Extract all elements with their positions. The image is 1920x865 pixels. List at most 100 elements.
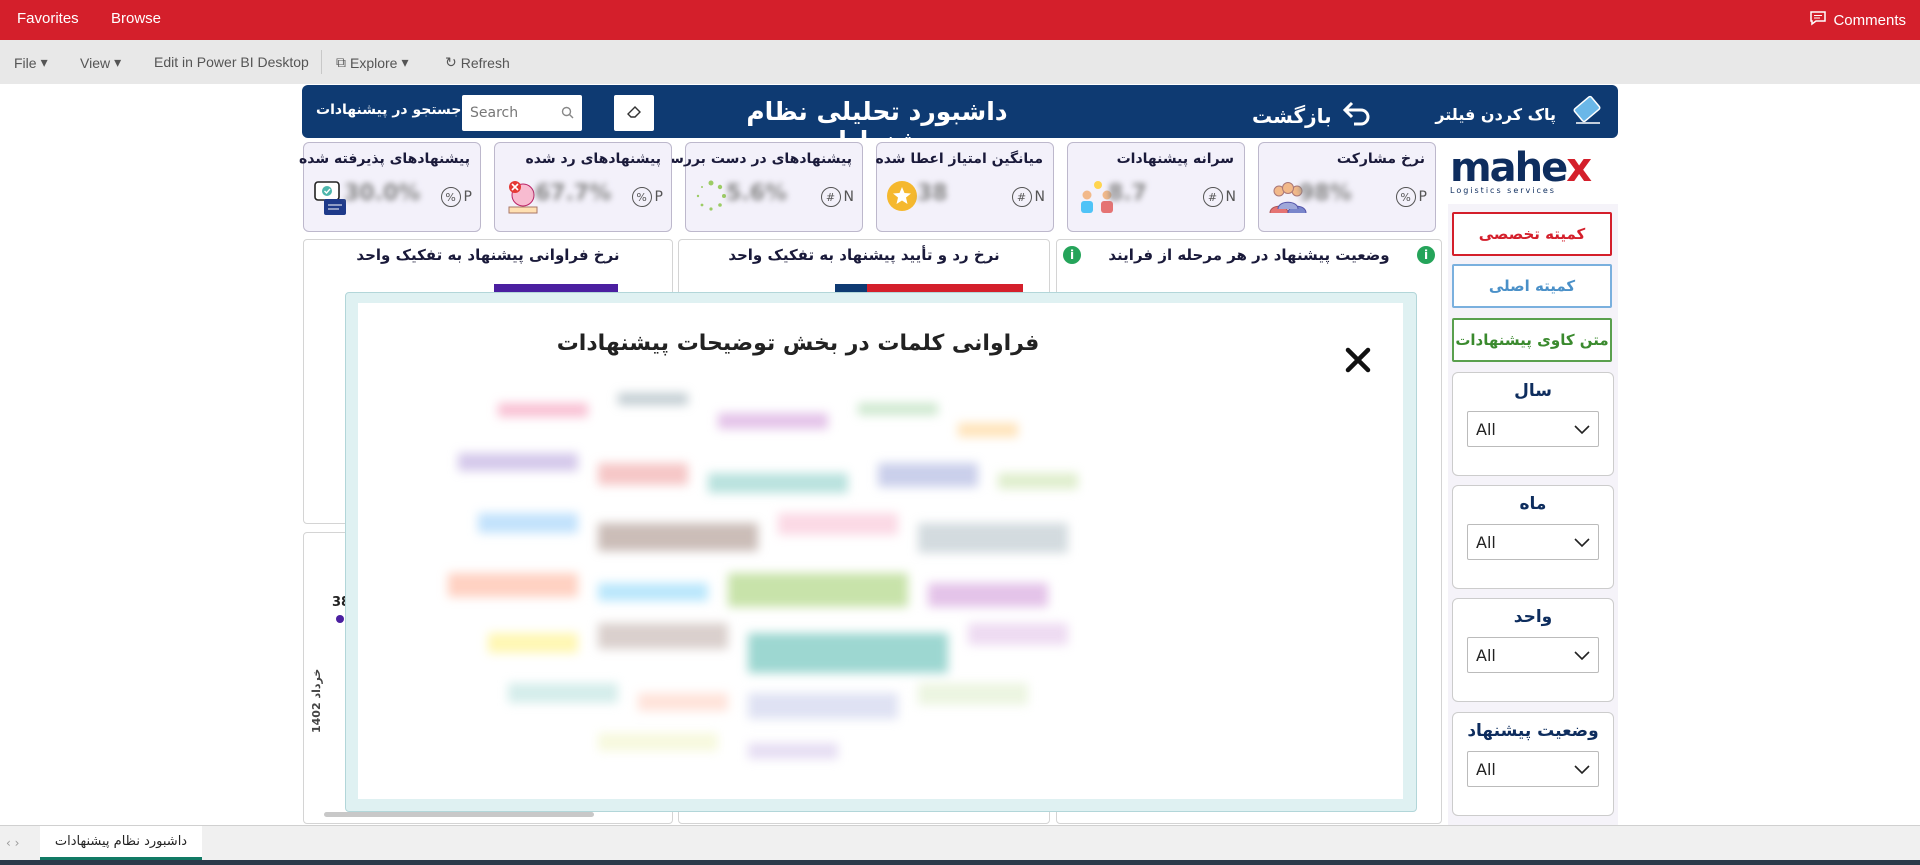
hash-icon: # <box>820 187 841 207</box>
popup-title: فراوانی کلمات در بخش توضیحات پیشنهادات <box>556 331 1040 356</box>
logo-brand: mahex <box>1450 148 1592 188</box>
explore-menu[interactable]: ⧉ Explore ▾ <box>336 54 409 71</box>
filter-sidebar: کمیته تخصصی کمیته اصلی متن کاوی پیشنهادا… <box>1448 204 1618 825</box>
loading-spinner-icon <box>694 179 728 217</box>
slicer-label: ماه <box>1519 494 1547 514</box>
kpi-participation-rate: نرخ مشارکت 98% % P <box>1258 142 1436 232</box>
close-button[interactable] <box>1343 345 1373 375</box>
unit-slicer: واحد All <box>1452 598 1614 702</box>
logo-brand-accent: x <box>1566 145 1592 191</box>
kpi-unit: % P <box>631 187 663 207</box>
explore-label: Explore <box>350 54 398 71</box>
kpi-title: نرخ مشارکت <box>1336 151 1425 167</box>
eraser-button[interactable] <box>614 95 654 131</box>
tab-dashboard[interactable]: داشبورد نظام پیشنهادات <box>40 826 202 860</box>
kpi-title: میانگین امتیاز اعطا شده <box>875 151 1043 167</box>
search-input[interactable]: Search <box>462 95 582 131</box>
text-mining-button[interactable]: متن کاوی پیشنهادات <box>1452 318 1612 362</box>
refresh-label: Refresh <box>460 54 510 71</box>
chevron-down-icon <box>1574 533 1590 552</box>
dropdown-value: All <box>1476 532 1496 552</box>
edit-desktop-label: Edit in Power BI Desktop <box>154 54 309 70</box>
refresh-button[interactable]: ↻ Refresh <box>445 54 510 71</box>
kpi-average-score: میانگین امتیاز اعطا شده 38 # N <box>875 142 1054 232</box>
word-cloud-popup: فراوانی کلمات در بخش توضیحات پیشنهادات <box>345 292 1417 812</box>
kpi-unit: % P <box>1395 187 1427 207</box>
favorites-link[interactable]: Favorites <box>17 10 79 27</box>
visual-title: نرخ فراوانی پیشنهاد به تفکیک واحد <box>356 246 620 264</box>
dropdown-value: All <box>1476 419 1496 439</box>
kpi-per-capita: سرانه پیشنهادات 8.7 # N <box>1067 142 1245 232</box>
slicer-label: واحد <box>1513 607 1553 627</box>
unit-dropdown[interactable]: All <box>1467 637 1599 673</box>
comments-label: Comments <box>1833 11 1906 29</box>
eraser-icon <box>1568 95 1606 133</box>
kpi-unit: # N <box>820 187 854 207</box>
view-menu[interactable]: View ▾ <box>80 54 121 71</box>
line-point <box>336 615 344 623</box>
chevron-down-icon: ▾ <box>114 54 122 70</box>
logo-tagline: Logistics services <box>1450 186 1556 195</box>
eraser-icon <box>626 104 642 123</box>
month-dropdown[interactable]: All <box>1467 524 1599 560</box>
kpi-title: سرانه پیشنهادات <box>1116 151 1234 167</box>
kpi-value: 5.6% <box>726 181 788 206</box>
visual-title: وضعیت پیشنهاد در هر مرحله از فرایند <box>1108 246 1390 264</box>
kpi-unit-letter: P <box>654 189 663 205</box>
file-label: File <box>14 54 37 71</box>
kpi-value: 98% <box>1299 181 1352 206</box>
view-label: View <box>80 54 111 71</box>
kpi-accepted: پیشنهادهای پذیرفته شده 30.0% % P <box>299 142 481 232</box>
kpi-unit: # N <box>1011 187 1045 207</box>
tab-scroll-arrows[interactable]: ‹ › <box>6 836 19 850</box>
kpi-unit-letter: N <box>843 189 854 205</box>
kpi-value: 8.7 <box>1108 181 1147 206</box>
back-button[interactable]: بازگشت <box>1252 99 1372 132</box>
horizontal-scrollbar[interactable] <box>324 812 594 817</box>
kpi-unit: % P <box>440 187 472 207</box>
main-committee-button[interactable]: کمیته اصلی <box>1452 264 1612 308</box>
close-icon <box>1345 347 1371 373</box>
percent-icon: % <box>440 187 461 207</box>
page-tab-bar: ‹ › داشبورد نظام پیشنهادات <box>0 825 1920 860</box>
chevron-down-icon <box>1574 420 1590 439</box>
word-cloud-visual <box>418 363 1118 783</box>
logo-brand-main: mahe <box>1450 145 1568 191</box>
specialized-committee-button[interactable]: کمیته تخصصی <box>1452 212 1612 256</box>
month-slicer: ماه All <box>1452 485 1614 589</box>
kpi-value: 67.7% <box>535 181 612 206</box>
kpi-rejected: پیشنهادهای رد شده 67.7% % P <box>494 142 672 232</box>
footer-strip <box>0 860 1920 865</box>
browse-link[interactable]: Browse <box>111 10 161 27</box>
year-dropdown[interactable]: All <box>1467 411 1599 447</box>
kpi-title: پیشنهادهای در دست بررسی <box>655 151 852 167</box>
chevron-down-icon: ▾ <box>401 54 409 70</box>
status-dropdown[interactable]: All <box>1467 751 1599 787</box>
comment-icon <box>1809 10 1827 30</box>
search-label: جستجو در پیشنهادات <box>316 102 462 118</box>
slicer-label: وضعیت پیشنهاد <box>1467 721 1599 741</box>
chevron-down-icon: ▾ <box>40 54 48 70</box>
axis-label: خرداد 1402 <box>310 668 323 733</box>
kpi-unit-letter: N <box>1034 189 1045 205</box>
company-logo: mahex Logistics services <box>1450 148 1592 195</box>
clear-filter-button[interactable]: پاک کردن فیلتر <box>1435 95 1606 133</box>
percent-icon: % <box>1395 187 1416 207</box>
status-slicer: وضعیت پیشنهاد All <box>1452 712 1614 816</box>
star-badge-icon <box>885 179 919 217</box>
file-menu[interactable]: File ▾ <box>14 54 48 71</box>
clear-filter-label: پاک کردن فیلتر <box>1435 104 1556 124</box>
comments-button[interactable]: Comments <box>1809 10 1906 30</box>
kpi-title: پیشنهادهای رد شده <box>525 151 661 167</box>
dropdown-value: All <box>1476 645 1496 665</box>
edit-desktop-button[interactable]: Edit in Power BI Desktop <box>154 54 309 70</box>
kpi-unit-letter: P <box>1418 189 1427 205</box>
hash-icon: # <box>1202 187 1223 207</box>
explore-icon: ⧉ <box>336 54 346 70</box>
kpi-value: 30.0% <box>344 181 421 206</box>
info-icon[interactable]: i <box>1417 246 1435 264</box>
back-arrow-icon <box>1342 99 1372 132</box>
toolbar: File ▾ View ▾ Edit in Power BI Desktop ⧉… <box>0 40 1920 84</box>
kpi-unit: # N <box>1202 187 1236 207</box>
percent-icon: % <box>631 187 652 207</box>
